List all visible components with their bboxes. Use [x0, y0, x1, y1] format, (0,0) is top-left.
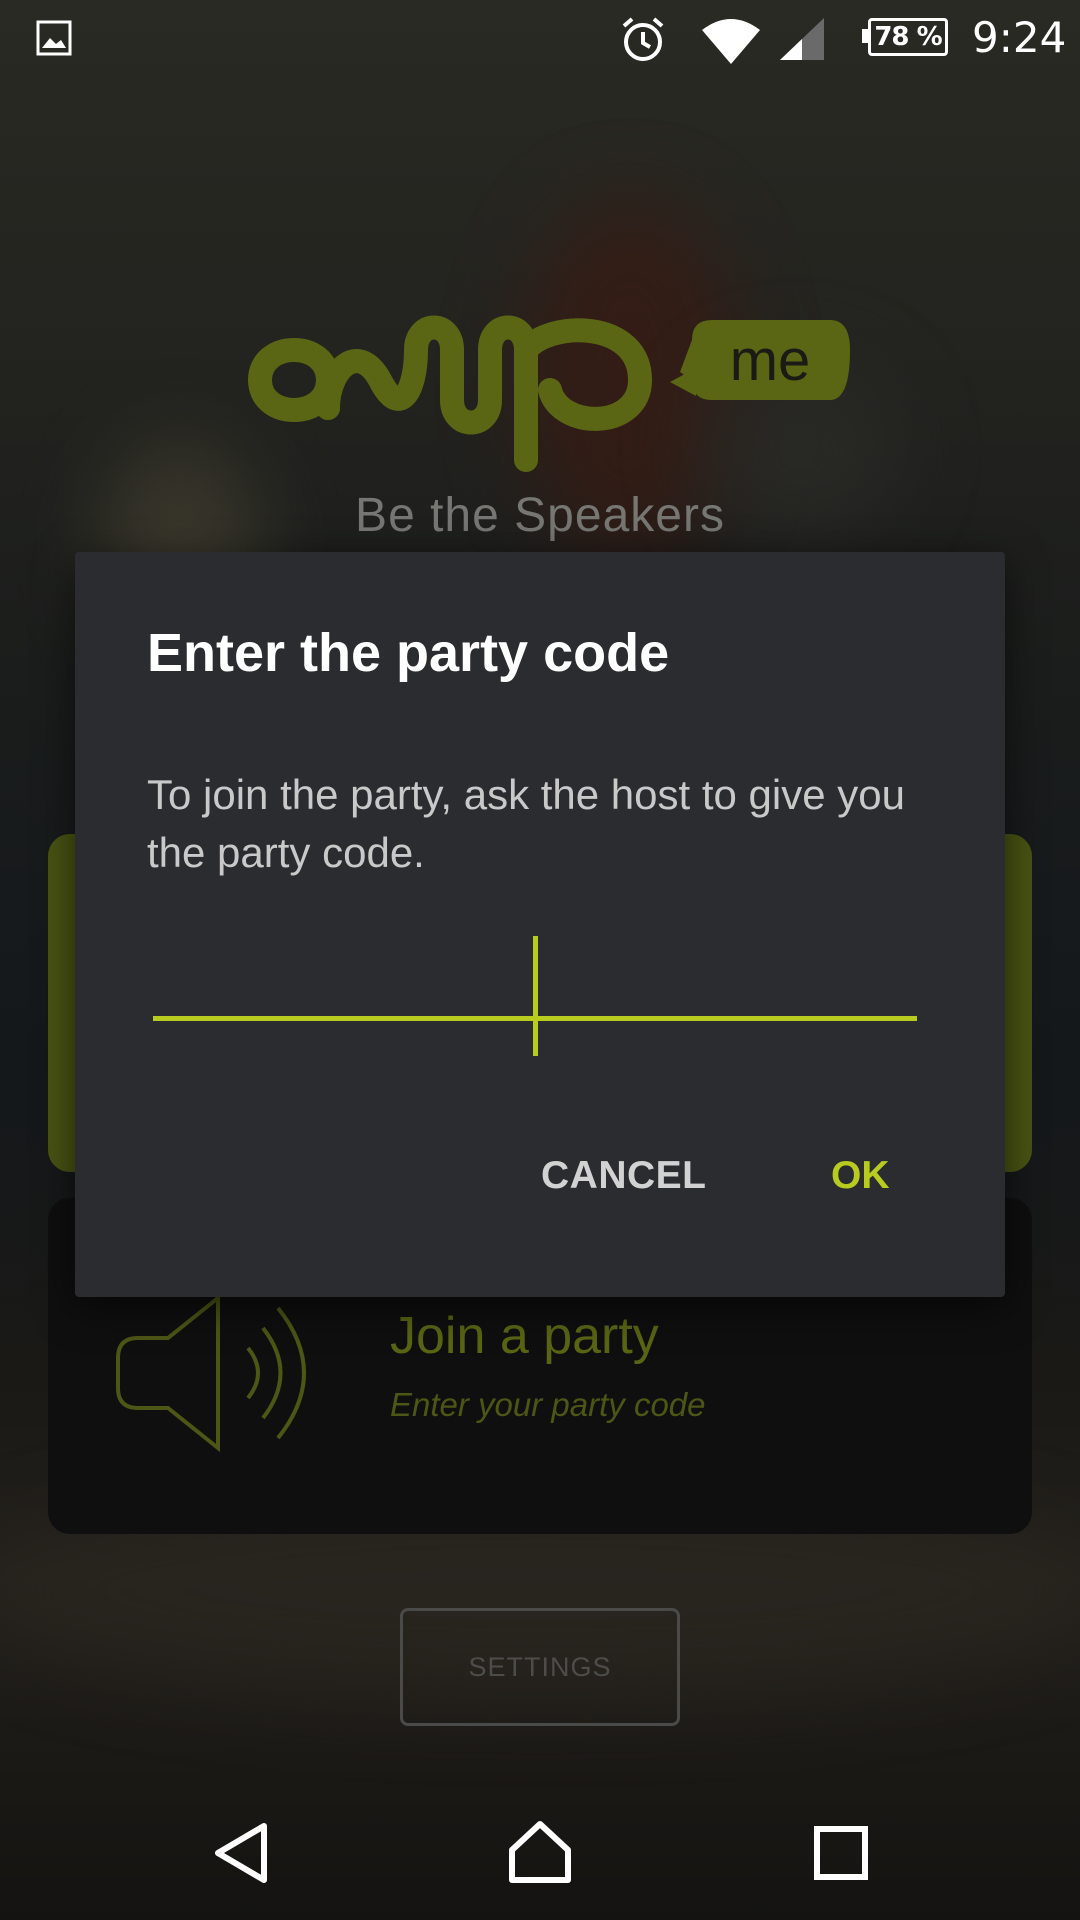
ampme-logo: me [240, 280, 850, 480]
join-card-subtitle: Enter your party code [390, 1386, 706, 1423]
dialog-message: To join the party, ask the host to give … [147, 771, 905, 876]
home-icon[interactable] [508, 1820, 572, 1889]
text-cursor [533, 936, 538, 1056]
settings-button[interactable]: SETTINGS [400, 1608, 680, 1726]
ok-button[interactable]: OK [831, 1154, 890, 1198]
navigation-bar [0, 1776, 1080, 1920]
cell-signal-icon [778, 16, 826, 67]
speaker-icon [108, 1288, 348, 1463]
image-icon [36, 20, 72, 61]
app-screen: 78 % 9:24 me Be the Speakers Join a part… [0, 0, 1080, 1920]
battery-label: 78 % [874, 22, 942, 52]
dialog-title: Enter the party code [147, 623, 670, 683]
party-code-dialog: Enter the party code To join the party, … [75, 552, 1005, 1297]
status-bar: 78 % 9:24 [0, 0, 1080, 76]
wifi-icon [700, 16, 762, 71]
battery-icon: 78 % [868, 18, 948, 56]
join-card-title: Join a party [390, 1307, 659, 1365]
tagline: Be the Speakers [355, 489, 725, 542]
alarm-icon [618, 14, 668, 69]
cancel-button[interactable]: CANCEL [541, 1154, 707, 1198]
svg-text:me: me [730, 328, 811, 393]
back-triangle-icon[interactable] [212, 1822, 270, 1889]
clock: 9:24 [972, 13, 1067, 62]
recents-square-icon[interactable] [814, 1826, 868, 1885]
